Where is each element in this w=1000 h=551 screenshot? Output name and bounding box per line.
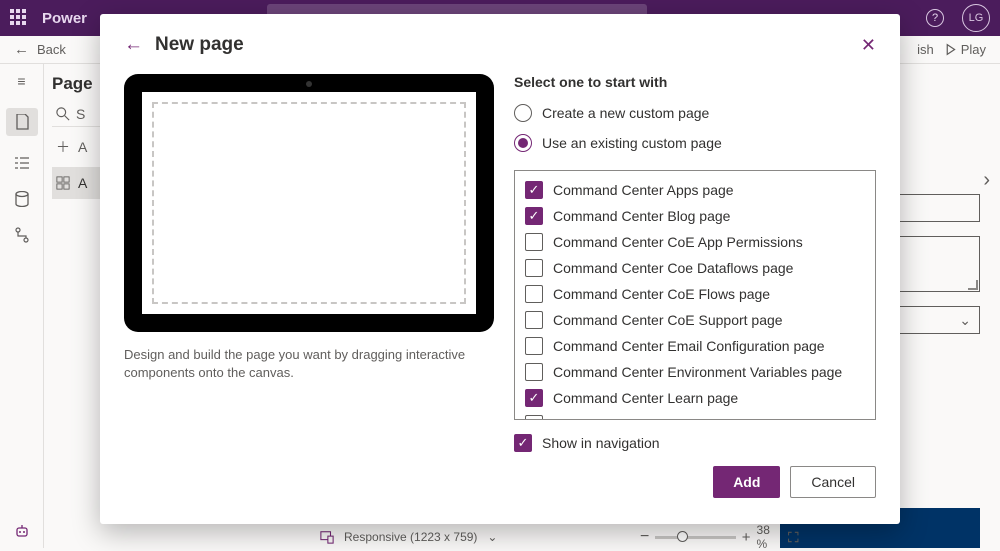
modal-footer: Add Cancel [514,466,876,498]
list-item-label: Command Center CoE App Permissions [553,234,803,250]
checkbox-icon [514,434,532,452]
checkbox-icon [525,311,543,329]
existing-pages-list[interactable]: Command Center Apps page Command Center B… [514,170,876,420]
list-item-label: Command Center Maker Apps [553,416,741,420]
list-item[interactable]: Command Center Apps page [519,177,871,203]
show-in-nav-row[interactable]: Show in navigation [514,434,876,452]
checkbox-icon [525,181,543,199]
checkbox-icon [525,337,543,355]
modal-description: Design and build the page you want by dr… [124,346,494,382]
list-item-label: Command Center Learn page [553,390,738,406]
list-item[interactable]: Command Center Maker Apps [519,411,871,420]
radio-label: Use an existing custom page [542,135,722,151]
modal-back-button[interactable]: ← [124,34,143,56]
radio-icon [514,134,532,152]
modal-preview-column: Design and build the page you want by dr… [124,74,494,504]
list-item[interactable]: Command Center Learn page [519,385,871,411]
new-page-modal: ← New page ✕ Design and build the page y… [100,14,900,524]
close-icon[interactable]: ✕ [861,35,876,56]
list-item-label: Command Center Blog page [553,208,730,224]
add-button[interactable]: Add [713,466,780,498]
list-item-label: Command Center CoE Support page [553,312,783,328]
modal-section-title: Select one to start with [514,74,876,90]
list-item[interactable]: Command Center CoE Flows page [519,281,871,307]
modal-options-column: Select one to start with Create a new cu… [514,74,876,504]
list-item[interactable]: Command Center Coe Dataflows page [519,255,871,281]
list-item-label: Command Center CoE Flows page [553,286,770,302]
checkbox-icon [525,389,543,407]
radio-icon [514,104,532,122]
radio-use-existing[interactable]: Use an existing custom page [514,134,876,152]
checkbox-icon [525,233,543,251]
show-nav-label: Show in navigation [542,435,660,451]
checkbox-icon [525,207,543,225]
list-item[interactable]: Command Center Environment Variables pag… [519,359,871,385]
modal-overlay: ← New page ✕ Design and build the page y… [0,0,1000,548]
list-item[interactable]: Command Center Email Configuration page [519,333,871,359]
checkbox-icon [525,285,543,303]
cancel-button[interactable]: Cancel [790,466,876,498]
modal-header: ← New page ✕ [124,34,876,56]
checkbox-icon [525,415,543,420]
checkbox-icon [525,259,543,277]
list-item-label: Command Center Apps page [553,182,734,198]
list-item[interactable]: Command Center Blog page [519,203,871,229]
list-item[interactable]: Command Center CoE Support page [519,307,871,333]
radio-label: Create a new custom page [542,105,709,121]
list-item-label: Command Center Environment Variables pag… [553,364,842,380]
checkbox-icon [525,363,543,381]
modal-title: New page [155,34,244,56]
list-item-label: Command Center Email Configuration page [553,338,825,354]
tablet-preview [124,74,494,332]
radio-create-new[interactable]: Create a new custom page [514,104,876,122]
list-item[interactable]: Command Center CoE App Permissions [519,229,871,255]
tablet-camera-icon [306,81,312,87]
list-item-label: Command Center Coe Dataflows page [553,260,793,276]
